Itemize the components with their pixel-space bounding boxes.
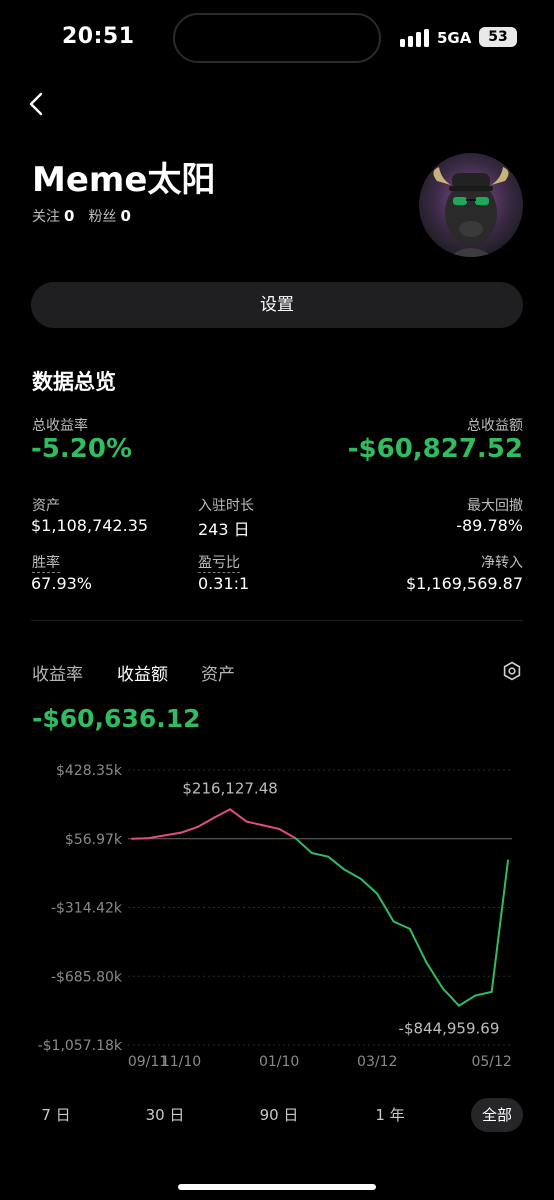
follow-stats: 关注 0 粉丝 0 bbox=[32, 206, 145, 226]
battery-indicator: 53 bbox=[479, 27, 517, 47]
stat-max-drawdown-value: -89.78% bbox=[456, 516, 523, 535]
series-segment bbox=[147, 834, 166, 840]
series-segment bbox=[196, 816, 215, 829]
series-segment bbox=[359, 877, 379, 895]
chart-current-value: -$60,636.12 bbox=[32, 704, 201, 733]
series-segment bbox=[327, 855, 346, 871]
series-segment bbox=[131, 837, 150, 840]
tab-return-rate[interactable]: 收益率 bbox=[32, 660, 83, 685]
series-segment bbox=[180, 826, 199, 834]
y-tick-label: -$685.80k bbox=[51, 969, 123, 985]
total-return-rate: -5.20% bbox=[31, 434, 132, 464]
range-1y[interactable]: 1 年 bbox=[364, 1098, 416, 1132]
network-type: 5GA bbox=[437, 29, 472, 47]
profile-name: Meme太阳 bbox=[32, 160, 216, 200]
y-tick-label: -$314.42k bbox=[51, 901, 123, 917]
settings-button[interactable]: 设置 bbox=[31, 282, 523, 328]
signal-icon bbox=[400, 29, 429, 47]
series-segment bbox=[294, 837, 313, 854]
y-tick-label: $428.35k bbox=[56, 763, 123, 779]
dynamic-island bbox=[173, 13, 381, 63]
followers-count[interactable]: 0 bbox=[120, 207, 130, 225]
home-indicator[interactable] bbox=[178, 1184, 376, 1190]
x-tick-label: 03/12 bbox=[357, 1054, 397, 1070]
series-segment bbox=[343, 868, 362, 880]
y-tick-label: -$1,057.18k bbox=[38, 1038, 123, 1054]
total-return-rate-label: 总收益率 bbox=[32, 418, 88, 434]
tab-return-amount[interactable]: 收益额 bbox=[117, 660, 168, 685]
x-tick-label: 11/10 bbox=[161, 1054, 201, 1070]
max-value-label: $216,127.48 bbox=[182, 779, 277, 797]
stat-net-inflow-label: 净转入 bbox=[481, 555, 523, 571]
avatar[interactable] bbox=[419, 153, 523, 257]
x-tick-label: 05/12 bbox=[471, 1054, 511, 1070]
stat-net-inflow-value: $1,169,569.87 bbox=[405, 574, 523, 593]
stat-pl-ratio-value: 0.31:1 bbox=[198, 574, 250, 593]
stat-assets-value: $1,108,742.35 bbox=[31, 516, 149, 535]
series-segment bbox=[310, 851, 330, 858]
series-segment bbox=[441, 987, 460, 1007]
min-value-label: -$844,959.69 bbox=[399, 1020, 500, 1038]
followers-label[interactable]: 粉丝 bbox=[88, 209, 116, 225]
stat-pl-ratio-label[interactable]: 盈亏比 bbox=[198, 552, 240, 573]
range-selector: 7 日 30 日 90 日 1 年 全部 bbox=[0, 1098, 554, 1132]
stat-max-drawdown-label: 最大回撤 bbox=[467, 498, 523, 514]
series-segment bbox=[425, 961, 444, 990]
series-segment bbox=[261, 824, 281, 830]
series-segment bbox=[490, 859, 509, 993]
stat-tenure-value: 243 日 bbox=[198, 520, 250, 539]
x-tick-label: 01/10 bbox=[259, 1054, 299, 1070]
stat-tenure-label: 入驻时长 bbox=[198, 498, 254, 514]
range-all[interactable]: 全部 bbox=[471, 1098, 523, 1132]
series-segment bbox=[212, 808, 232, 819]
series-segment bbox=[457, 994, 477, 1007]
status-time: 20:51 bbox=[62, 24, 135, 49]
series-segment bbox=[229, 808, 248, 823]
stat-assets-label: 资产 bbox=[32, 498, 60, 514]
series-segment bbox=[474, 990, 493, 997]
series-segment bbox=[408, 927, 428, 964]
stat-win-rate-label[interactable]: 胜率 bbox=[32, 552, 60, 573]
overview-title: 数据总览 bbox=[32, 370, 116, 394]
following-count[interactable]: 0 bbox=[64, 207, 74, 225]
series-segment bbox=[245, 820, 264, 827]
stat-win-rate-value: 67.93% bbox=[31, 574, 93, 593]
tab-assets[interactable]: 资产 bbox=[201, 660, 235, 685]
total-return-amount-label: 总收益额 bbox=[467, 418, 523, 434]
series-segment bbox=[278, 827, 297, 840]
y-tick-label: $56.97k bbox=[65, 832, 123, 848]
divider bbox=[31, 620, 523, 621]
range-30d[interactable]: 30 日 bbox=[139, 1098, 191, 1132]
total-return-amount: -$60,827.52 bbox=[347, 434, 523, 464]
range-7d[interactable]: 7 日 bbox=[30, 1098, 82, 1132]
profit-chart[interactable]: $428.35k $56.97k -$314.42k -$685.80k -$1,057… bbox=[0, 750, 554, 1080]
following-label[interactable]: 关注 bbox=[32, 209, 60, 225]
series-segment bbox=[163, 831, 183, 837]
chart-settings-icon[interactable] bbox=[502, 661, 522, 681]
series-segment bbox=[392, 920, 411, 930]
back-icon[interactable] bbox=[24, 90, 52, 118]
range-90d[interactable]: 90 日 bbox=[253, 1098, 305, 1132]
